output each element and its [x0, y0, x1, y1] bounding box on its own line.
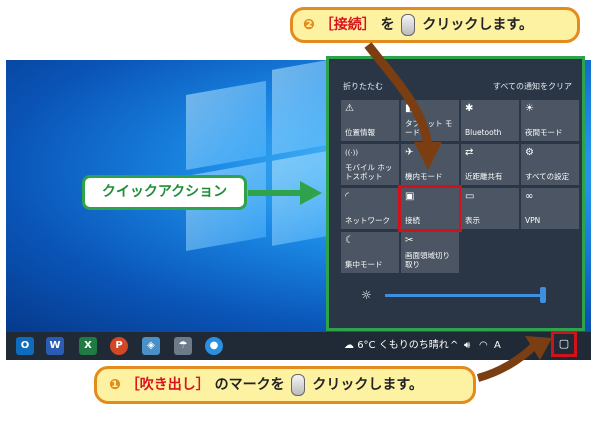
callout-text-mark: のマークを [214, 377, 285, 393]
tile-label: 接続 [405, 216, 420, 225]
word-icon[interactable]: W [46, 337, 64, 355]
tile-network[interactable]: ◜ ネットワーク [341, 188, 399, 229]
outlook-icon[interactable]: O [16, 337, 34, 355]
step-2-number: ❷ [303, 17, 315, 33]
tile-focus-assist[interactable]: ☾ 集中モード [341, 232, 399, 273]
tile-label: VPN [525, 216, 541, 225]
bluetooth-icon: ✱ [465, 103, 474, 114]
step-1-number: ❶ [109, 377, 121, 393]
connect-icon: ▣ [405, 191, 415, 202]
tile-tablet-mode[interactable]: ◧ タブレット モード [401, 100, 459, 141]
tile-label: タブレット モード [405, 119, 453, 137]
tile-label: Bluetooth [465, 128, 502, 137]
notification-bracket-label: ［吹き出し］ [125, 377, 210, 393]
tile-bluetooth[interactable]: ✱ Bluetooth [461, 100, 519, 141]
tile-label: モバイル ホットスポット [345, 163, 393, 181]
tile-label: 夜間モード [525, 128, 563, 137]
tile-project[interactable]: ▭ 表示 [461, 188, 519, 229]
mouse-icon [291, 374, 306, 396]
ime-indicator[interactable]: A [494, 332, 501, 360]
collapse-link[interactable]: 折りたたむ [343, 81, 383, 92]
volume-icon[interactable]: 🔊︎ [464, 332, 470, 360]
brightness-slider-track[interactable] [385, 294, 545, 297]
app-icon-5[interactable]: ◈ [142, 337, 160, 355]
clear-all-notifications-link[interactable]: すべての通知をクリア [493, 81, 572, 92]
tile-mobile-hotspot[interactable]: ((·)) モバイル ホットスポット [341, 144, 399, 185]
airplane-icon: ✈ [405, 147, 414, 158]
instruction-callout-notification: ❶ ［吹き出し］ のマークを クリックします。 [94, 366, 476, 404]
action-center-panel: 折りたたむ すべての通知をクリア ⚠ 位置情報 ◧ タブレット モード ✱ Bl… [326, 56, 585, 331]
taskbar: O W X P ◈ ☂ ● ☁ 6°C くもりのち晴れ ^ 🔊︎ ◠ A [6, 332, 591, 360]
quick-action-label: クイックアクション [82, 175, 247, 210]
tile-night-light[interactable]: ☀ 夜間モード [521, 100, 579, 141]
tile-location[interactable]: ⚠ 位置情報 [341, 100, 399, 141]
tile-label: 集中モード [345, 260, 383, 269]
callout-text-wo: を [380, 17, 395, 33]
weather-text: 6°C くもりのち晴れ [357, 340, 449, 351]
tile-nearby-sharing[interactable]: ⇄ 近距離共有 [461, 144, 519, 185]
night-light-icon: ☀ [525, 103, 534, 114]
tray-chevron-icon[interactable]: ^ [450, 332, 458, 360]
tile-label: 機内モード [405, 172, 443, 181]
share-icon: ⇄ [465, 147, 474, 158]
network-icon: ◜ [345, 191, 349, 202]
tile-airplane-mode[interactable]: ✈ 機内モード [401, 144, 459, 185]
vpn-icon: ∞ [525, 191, 534, 202]
hotspot-icon: ((·)) [345, 149, 359, 157]
tablet-icon: ◧ [405, 103, 415, 114]
tile-vpn[interactable]: ∞ VPN [521, 188, 579, 229]
project-icon: ▭ [465, 191, 475, 202]
tile-label: ネットワーク [345, 216, 390, 225]
tile-label: 位置情報 [345, 128, 375, 137]
notification-icon: ▢ [558, 337, 570, 350]
brightness-slider-thumb[interactable] [540, 287, 546, 303]
instruction-callout-connect: ❷ ［接続］ を クリックします。 [290, 7, 580, 43]
weather-widget[interactable]: ☁ 6°C くもりのち晴れ [344, 332, 449, 360]
action-center-notification-button[interactable]: ▢ [551, 331, 577, 357]
tile-label: すべての設定 [525, 172, 570, 181]
tile-all-settings[interactable]: ⚙ すべての設定 [521, 144, 579, 185]
tile-snip[interactable]: ✂ 画面領域切り取り [401, 232, 459, 273]
brightness-icon: ☼ [361, 288, 372, 302]
app-icon-7[interactable]: ● [205, 337, 223, 355]
tile-label: 近距離共有 [465, 172, 503, 181]
location-icon: ⚠ [345, 103, 354, 114]
tile-label: 画面領域切り取り [405, 251, 450, 269]
snip-icon: ✂ [405, 235, 414, 246]
mouse-icon [401, 14, 416, 36]
weather-icon: ☁ [344, 340, 354, 351]
connect-bracket-label: ［接続］ [319, 17, 376, 33]
wifi-icon[interactable]: ◠ [479, 332, 488, 360]
app-icon-6[interactable]: ☂ [174, 337, 192, 355]
moon-icon: ☾ [345, 235, 354, 246]
callout-text-click: クリックします。 [422, 17, 533, 33]
callout-text-click: クリックします。 [312, 377, 423, 393]
tile-connect[interactable]: ▣ 接続 [398, 185, 462, 232]
excel-icon[interactable]: X [79, 337, 97, 355]
tile-label: 表示 [465, 216, 480, 225]
gear-icon: ⚙ [525, 147, 534, 158]
powerpoint-icon[interactable]: P [110, 337, 128, 355]
